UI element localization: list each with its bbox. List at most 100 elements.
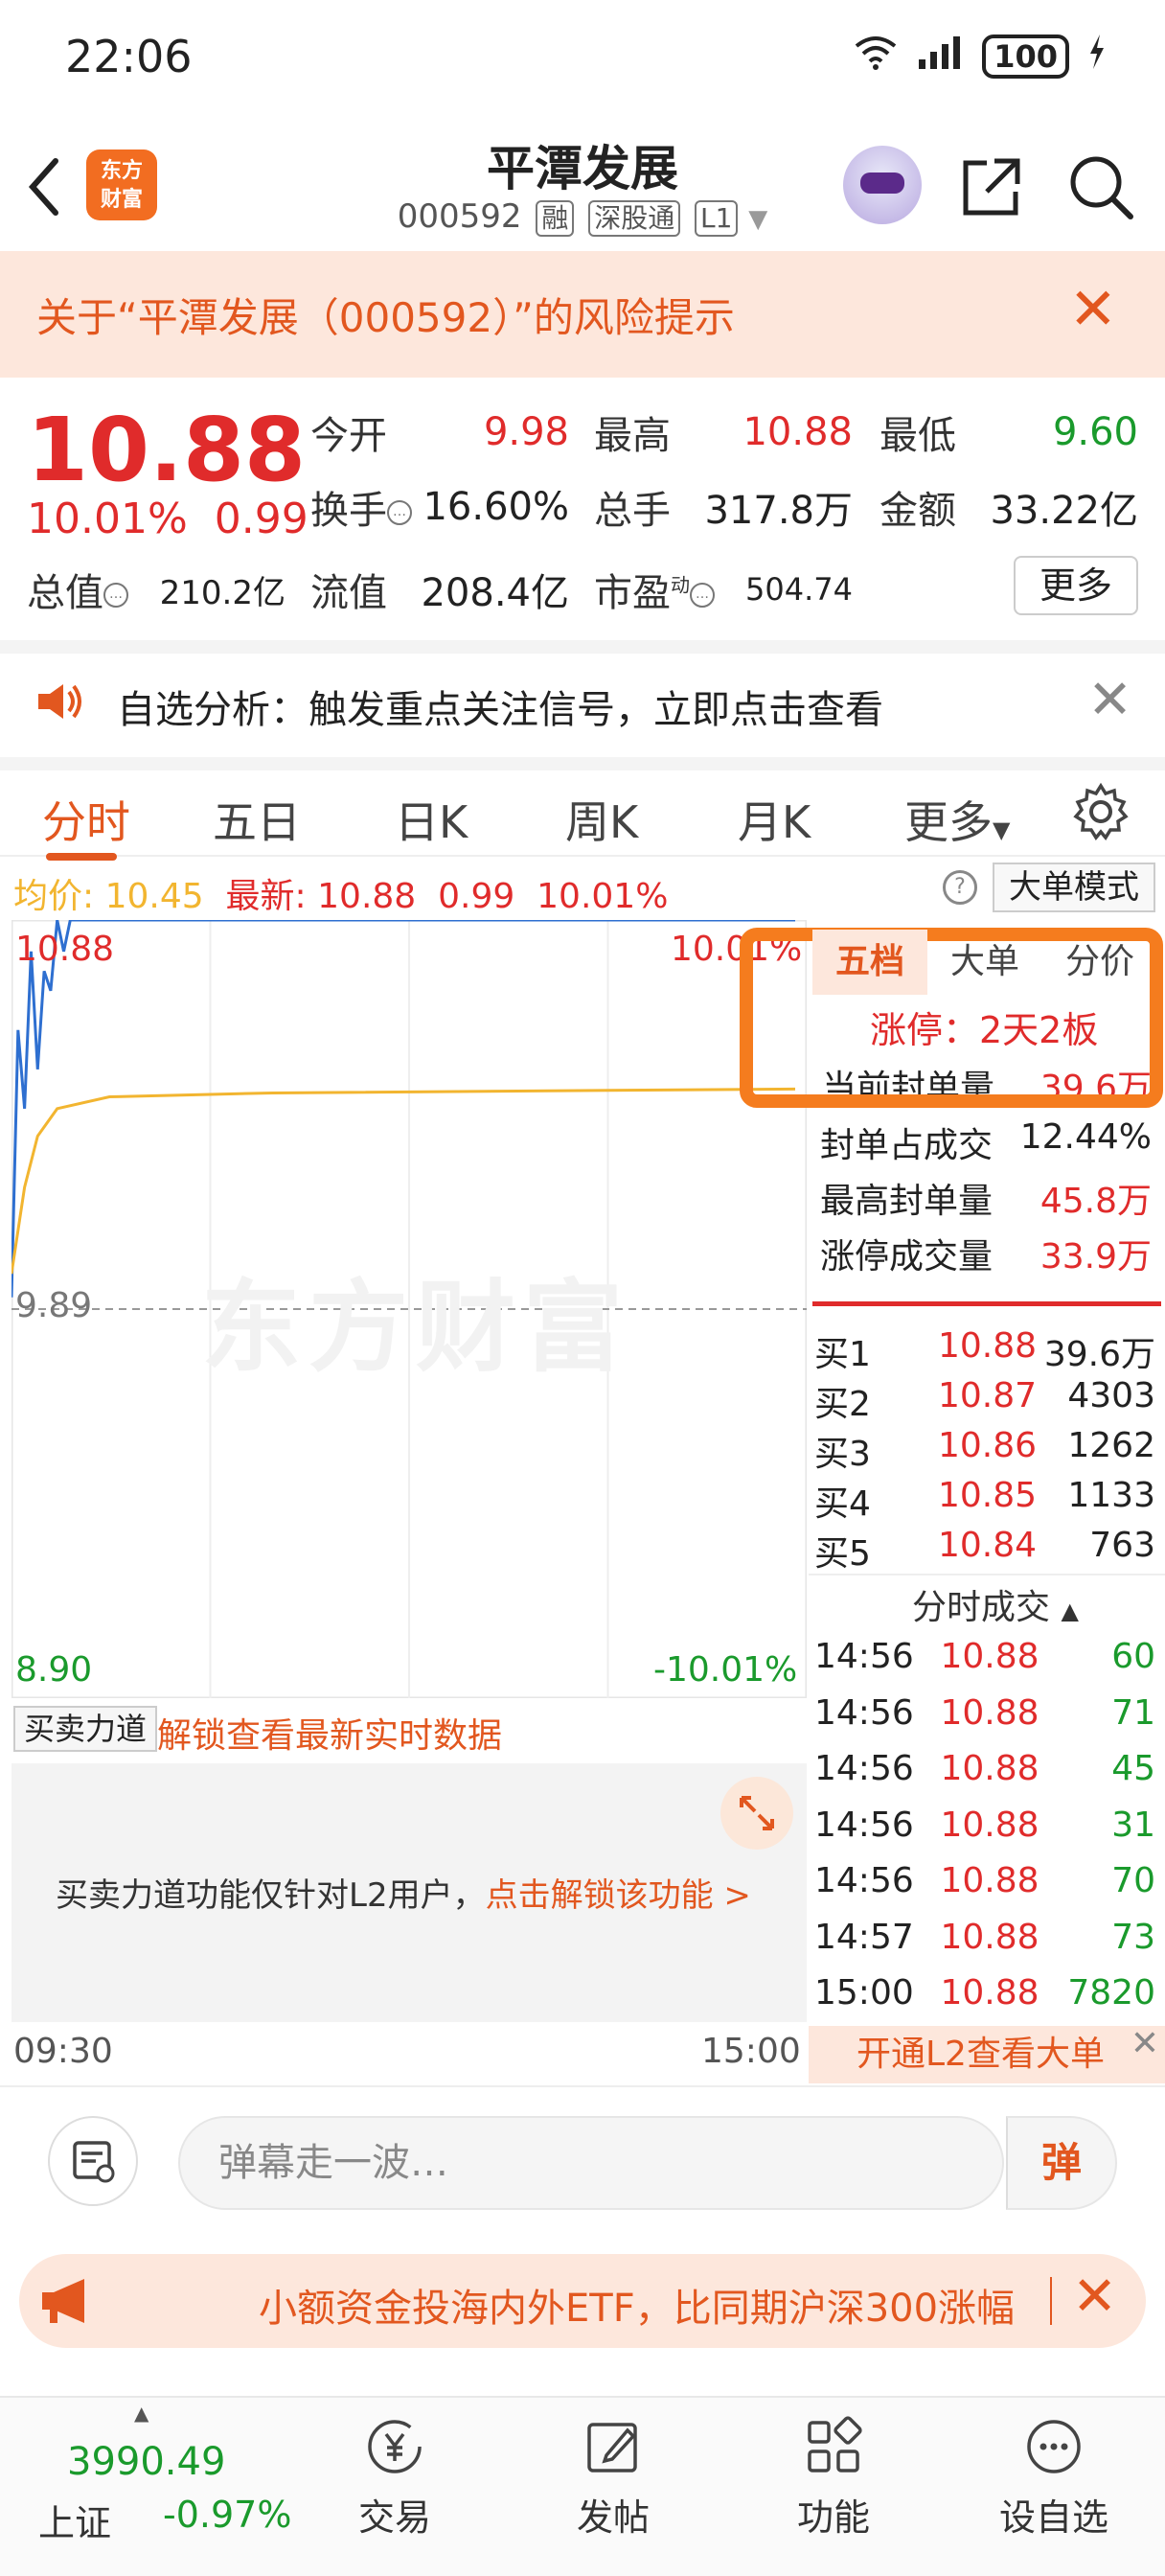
danmu-button[interactable]: 弹 <box>1006 2116 1117 2210</box>
more-dots-icon <box>1022 2415 1085 2478</box>
current-seal-row: 当前封单量 39.6万 <box>822 1069 1152 1094</box>
charging-icon <box>1086 33 1108 80</box>
tick-time: 14:56 <box>814 1692 914 1733</box>
nav-trade[interactable]: 交易 <box>318 2415 471 2541</box>
quote-pe: 市盈动… 504.74 <box>594 571 853 615</box>
bid-volume: 39.6万 <box>1043 1335 1155 1374</box>
quote-amount: 金额 33.22亿 <box>879 489 1138 533</box>
order-book-panel: 五档 大单 分价 涨停：2天2板 当前封单量 39.6万 封单占成交 12.44% … <box>809 920 1165 2083</box>
tick-time: 14:56 <box>814 1749 914 1788</box>
info-icon: … <box>103 583 128 608</box>
bid-label: 买5 <box>814 1534 871 1574</box>
tick-volume: 7820 <box>1067 1973 1155 2012</box>
tick-time: 14:56 <box>814 1637 914 1676</box>
stock-code: 000592 <box>397 197 522 236</box>
share-icon[interactable] <box>958 153 1025 220</box>
danmu-input[interactable]: 弹幕走一波… <box>178 2116 1004 2210</box>
bid-label: 买1 <box>814 1335 871 1374</box>
tick-row: 14:56 10.88 71 <box>809 1693 1165 1733</box>
tab-five-levels[interactable]: 五档 <box>812 930 927 995</box>
bid-volume: 4303 <box>1067 1376 1155 1415</box>
up-arrow-icon: ▲ <box>134 2402 149 2425</box>
tick-price: 10.88 <box>940 1917 1039 1957</box>
nav-add-watchlist[interactable]: 设自选 <box>977 2415 1131 2541</box>
bid-row[interactable]: 买3 10.86 1262 <box>809 1426 1165 1476</box>
info-icon: … <box>690 583 715 608</box>
quote-panel: 10.88 10.01% 0.99 今开 9.98 最高 10.88 最低 9.60 … <box>0 380 1165 636</box>
tick-volume: 45 <box>1111 1749 1155 1788</box>
status-time: 22:06 <box>65 31 193 82</box>
bid-row[interactable]: 买5 10.84 763 <box>809 1526 1165 1576</box>
gear-icon[interactable] <box>1071 782 1131 841</box>
index-change[interactable]: -0.97% <box>163 2494 291 2536</box>
tab-big-orders[interactable]: 大单 <box>927 930 1042 995</box>
bid-price: 10.87 <box>937 1376 1037 1415</box>
close-icon[interactable]: ✕ <box>1131 2024 1159 2063</box>
alert-text[interactable]: 自选分析：触发重点关注信号，立即点击查看 <box>117 678 883 734</box>
tab-five-day[interactable]: 五日 <box>213 788 301 851</box>
bid-row[interactable]: 买2 10.87 4303 <box>809 1376 1165 1426</box>
big-order-mode-button[interactable]: 大单模式 <box>993 862 1155 912</box>
risk-warning-banner[interactable]: 关于“平潭发展（000592）”的风险提示 ✕ <box>0 251 1165 378</box>
tab-more[interactable]: 更多▼ <box>904 788 1010 851</box>
ad-text[interactable]: 小额资金投海内外ETF，比同期沪深300涨幅 <box>259 2277 1063 2333</box>
index-name[interactable]: 上证 <box>38 2494 111 2546</box>
locked-feature-panel[interactable]: 买卖力道功能仅针对L2用户，点击解锁该功能 > <box>11 1763 807 2022</box>
stat-row: 最高封单量 45.8万 <box>820 1182 1152 1221</box>
force-select[interactable]: 买卖力道 ▼ <box>13 1706 157 1790</box>
price-change: 10.01% 0.99 <box>27 494 308 543</box>
close-icon[interactable]: ✕ <box>1072 2266 1117 2328</box>
risk-warning-text[interactable]: 关于“平潭发展（000592）”的风险提示 <box>36 286 735 344</box>
bid-label: 买3 <box>814 1435 871 1474</box>
status-icons: 100 <box>852 33 1108 80</box>
more-quote-button[interactable]: 更多 <box>1014 556 1138 615</box>
signal-icon <box>917 33 965 80</box>
close-icon[interactable]: ✕ <box>1069 276 1117 343</box>
tag-level: L1 <box>695 200 739 237</box>
divider <box>809 1574 1165 1576</box>
speaker-icon <box>34 680 84 723</box>
quote-volume: 总手 317.8万 <box>594 489 853 533</box>
watermark: 东方财富 <box>201 1269 631 1386</box>
bid-label: 买2 <box>814 1385 871 1424</box>
stat-row: 封单占成交 12.44% <box>820 1117 1152 1165</box>
tick-volume: 31 <box>1111 1805 1155 1845</box>
expand-icon[interactable] <box>720 1777 793 1850</box>
tick-price: 10.88 <box>940 1973 1039 2012</box>
tick-price: 10.88 <box>940 1805 1039 1845</box>
y-tick-bottom: 8.90 <box>15 1650 93 1690</box>
search-icon[interactable] <box>1065 151 1136 222</box>
ad-banner[interactable]: 小额资金投海内外ETF，比同期沪深300涨幅 ✕ <box>19 2254 1146 2348</box>
open-l2-button[interactable]: 开通L2查看大单 <box>809 2026 1165 2083</box>
megaphone-icon <box>38 2275 96 2327</box>
tick-time: 14:56 <box>814 1805 914 1845</box>
dropdown-triangle-icon[interactable]: ▼ <box>748 205 767 234</box>
index-value[interactable]: 3990.49 <box>67 2440 225 2484</box>
bid-row[interactable]: 买4 10.85 1133 <box>809 1476 1165 1526</box>
tab-daily-k[interactable]: 日K <box>395 788 468 851</box>
note-settings-icon[interactable] <box>48 2116 138 2206</box>
ai-assistant-icon[interactable] <box>843 146 922 224</box>
locked-message[interactable]: 买卖力道功能仅针对L2用户，点击解锁该功能 > <box>56 1869 751 1916</box>
ticks-header[interactable]: 分时成交 ▲ <box>912 1579 1079 1629</box>
nav-functions[interactable]: 功能 <box>757 2415 910 2541</box>
comment-bar: 弹幕走一波… 弹 <box>0 2085 1165 2239</box>
nav-post[interactable]: 发帖 <box>537 2415 690 2541</box>
unlock-link[interactable]: 解锁查看最新实时数据 <box>157 1708 502 1758</box>
tab-intraday[interactable]: 分时 <box>42 788 130 851</box>
bid-row[interactable]: 买1 10.88 39.6万 <box>809 1326 1165 1376</box>
info-icon: … <box>387 500 412 525</box>
tab-price-distribution[interactable]: 分价 <box>1042 930 1157 995</box>
quote-low: 最低 9.60 <box>879 410 1138 458</box>
watchlist-alert[interactable]: 自选分析：触发重点关注信号，立即点击查看 ✕ <box>0 640 1165 744</box>
tab-monthly-k[interactable]: 月K <box>738 788 811 851</box>
tab-weekly-k[interactable]: 周K <box>565 788 638 851</box>
y-tick-mid: 9.89 <box>15 1286 93 1325</box>
help-icon[interactable]: ? <box>943 870 977 905</box>
tick-row: 14:56 10.88 70 <box>809 1861 1165 1900</box>
chart-tabs: 分时 五日 日K 周K 月K 更多▼ <box>0 757 1165 861</box>
close-icon[interactable]: ✕ <box>1087 669 1132 731</box>
tick-time: 14:57 <box>814 1917 914 1957</box>
tick-price: 10.88 <box>940 1861 1039 1900</box>
y-tick-top: 10.88 <box>15 930 115 969</box>
